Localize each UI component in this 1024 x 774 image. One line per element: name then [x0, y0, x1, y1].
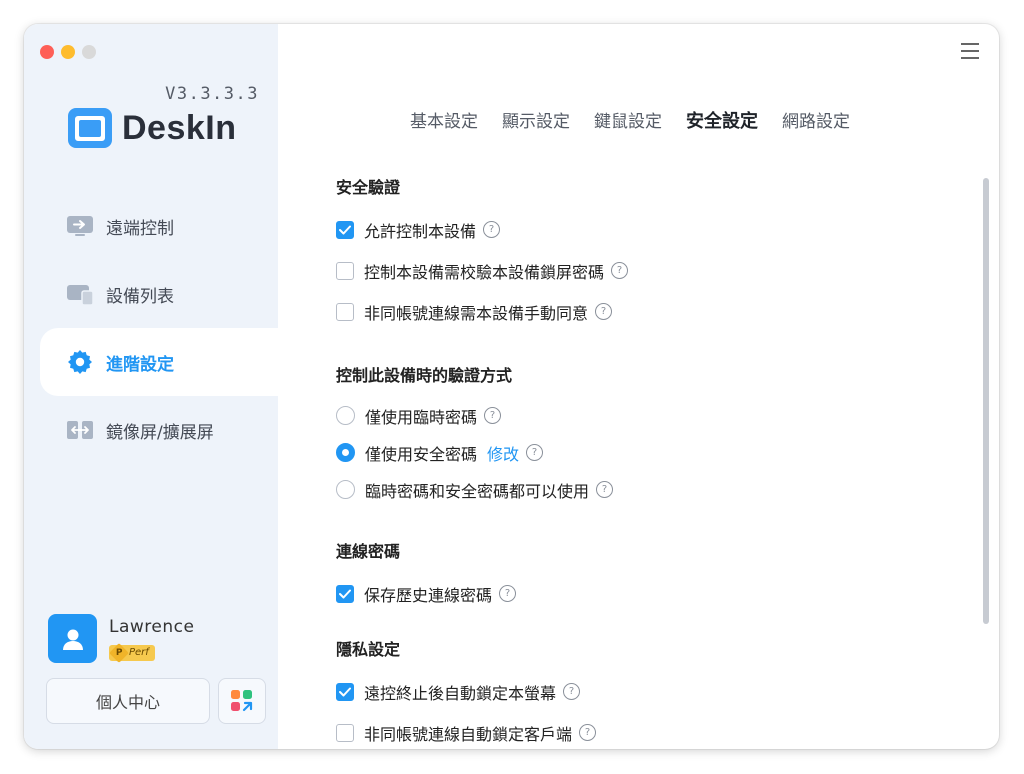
minimize-window-button[interactable] — [61, 45, 75, 59]
membership-badge-letter: P — [109, 642, 129, 663]
radio-secure-password-only[interactable] — [336, 443, 355, 462]
option-label: 保存歷史連線密碼 — [364, 585, 493, 605]
device-list-icon — [66, 282, 94, 306]
checkbox-manual-approval[interactable] — [336, 302, 354, 321]
membership-badge-label: Perf — [129, 647, 149, 658]
apps-button[interactable] — [218, 678, 266, 724]
option-secure-password-only[interactable]: 僅使用安全密碼 修改 ? — [336, 434, 976, 471]
modify-password-link[interactable]: 修改 — [487, 441, 519, 465]
option-label: 控制本設備需校驗本設備鎖屏密碼 — [364, 262, 605, 282]
checkbox-save-history-password[interactable] — [336, 584, 354, 603]
sidebar-item-label: 遠端控制 — [106, 218, 174, 239]
option-auto-lock-screen[interactable]: 遠控終止後自動鎖定本螢幕 ? — [336, 671, 976, 712]
checkbox-allow-control[interactable] — [336, 220, 354, 239]
option-label: 非同帳號連線需本設備手動同意 — [364, 303, 589, 323]
mirror-screen-icon — [66, 418, 94, 442]
option-save-history-password[interactable]: 保存歷史連線密碼 ? — [336, 573, 976, 614]
option-label: 僅使用安全密碼 — [365, 444, 478, 464]
checkbox-verify-lock-password[interactable] — [336, 261, 354, 280]
help-icon[interactable]: ? — [595, 303, 613, 320]
sidebar-item-mirror-extend-screen[interactable]: 鏡像屏/擴展屏 — [24, 396, 278, 464]
option-label: 非同帳號連線自動鎖定客戶端 — [364, 724, 573, 744]
help-icon[interactable]: ? — [611, 262, 629, 279]
brand: DeskIn — [68, 108, 237, 148]
close-window-button[interactable] — [40, 45, 54, 59]
option-temp-password-only[interactable]: 僅使用臨時密碼 ? — [336, 397, 976, 434]
gear-icon — [66, 350, 94, 374]
radio-temp-password-only[interactable] — [336, 406, 355, 425]
sidebar-nav: 遠端控制 設備列表 進階設定 鏡像屏/擴展屏 — [24, 192, 278, 464]
sidebar-item-device-list[interactable]: 設備列表 — [24, 260, 278, 328]
user-name: Lawrence — [109, 616, 195, 637]
brand-name: DeskIn — [122, 108, 237, 147]
apps-grid-icon — [231, 690, 253, 712]
tab-display-settings[interactable]: 顯示設定 — [502, 107, 570, 133]
option-verify-lock-password[interactable]: 控制本設備需校驗本設備鎖屏密碼 ? — [336, 250, 976, 291]
sidebar-item-advanced-settings[interactable]: 進階設定 — [40, 328, 278, 396]
section-title-connection-password: 連線密碼 — [336, 542, 401, 561]
section-title-verification-method: 控制此設備時的驗證方式 — [336, 366, 513, 385]
checkbox-auto-lock-client[interactable] — [336, 723, 354, 742]
tab-basic-settings[interactable]: 基本設定 — [410, 107, 478, 133]
help-icon[interactable]: ? — [499, 585, 517, 602]
scrollbar[interactable] — [983, 178, 989, 624]
option-label: 臨時密碼和安全密碼都可以使用 — [365, 481, 590, 501]
window-controls — [40, 45, 96, 59]
settings-tabs: 基本設定 顯示設定 鍵鼠設定 安全設定 網路設定 — [410, 107, 850, 133]
option-both-passwords[interactable]: 臨時密碼和安全密碼都可以使用 ? — [336, 471, 976, 508]
app-version: V3.3.3.3 — [165, 84, 259, 104]
tab-keyboard-mouse-settings[interactable]: 鍵鼠設定 — [594, 107, 662, 133]
option-label: 允許控制本設備 — [364, 221, 477, 241]
hamburger-menu-icon[interactable] — [961, 43, 979, 64]
sidebar-item-remote-control[interactable]: 遠端控制 — [24, 192, 278, 260]
sidebar-item-label: 進階設定 — [106, 354, 174, 375]
maximize-window-button[interactable] — [82, 45, 96, 59]
sidebar-item-label: 鏡像屏/擴展屏 — [106, 422, 214, 443]
help-icon[interactable]: ? — [483, 221, 501, 238]
radio-both-passwords[interactable] — [336, 480, 355, 499]
section-title-security-verification: 安全驗證 — [336, 178, 401, 197]
help-icon[interactable]: ? — [484, 407, 502, 424]
avatar-icon[interactable] — [48, 614, 97, 663]
section-title-privacy-settings: 隱私設定 — [336, 640, 401, 659]
deskin-logo-icon — [68, 108, 112, 148]
sidebar: V3.3.3.3 DeskIn 遠端控制 設備列表 進階設定 鏡像屏/擴展屏 L… — [24, 24, 278, 749]
membership-badge: P Perf — [109, 642, 155, 663]
option-allow-control[interactable]: 允許控制本設備 ? — [336, 209, 976, 250]
option-label: 僅使用臨時密碼 — [365, 407, 478, 427]
tab-network-settings[interactable]: 網路設定 — [782, 107, 850, 133]
help-icon[interactable]: ? — [563, 683, 581, 700]
help-icon[interactable]: ? — [526, 444, 544, 461]
option-auto-lock-client[interactable]: 非同帳號連線自動鎖定客戶端 ? — [336, 712, 976, 749]
remote-screen-icon — [66, 214, 94, 238]
option-manual-approval[interactable]: 非同帳號連線需本設備手動同意 ? — [336, 291, 976, 332]
tab-security-settings[interactable]: 安全設定 — [686, 107, 758, 133]
help-icon[interactable]: ? — [596, 481, 614, 498]
app-window: V3.3.3.3 DeskIn 遠端控制 設備列表 進階設定 鏡像屏/擴展屏 L… — [24, 24, 999, 749]
sidebar-item-label: 設備列表 — [106, 286, 174, 307]
security-settings-panel: 安全驗證 允許控制本設備 ? 控制本設備需校驗本設備鎖屏密碼 ? 非同帳號連線需… — [336, 174, 976, 749]
checkbox-auto-lock-screen[interactable] — [336, 682, 354, 701]
user-card[interactable]: Lawrence P Perf — [48, 614, 194, 663]
option-label: 遠控終止後自動鎖定本螢幕 — [364, 683, 557, 703]
personal-center-button[interactable]: 個人中心 — [46, 678, 210, 724]
help-icon[interactable]: ? — [579, 724, 597, 741]
